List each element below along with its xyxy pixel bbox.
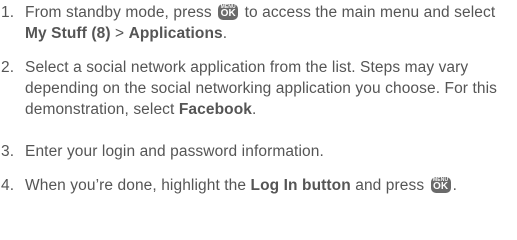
step-number: 3. xyxy=(1,143,15,160)
app-name-facebook: Facebook xyxy=(178,101,252,118)
step-text: When you’re done, highlight the Log In b… xyxy=(25,175,517,196)
menu-item-my-stuff: My Stuff (8) xyxy=(25,25,111,42)
step-1-text-a: From standby mode, press xyxy=(25,4,217,21)
step-4-text-b: and press xyxy=(350,177,429,194)
step-number: 2. xyxy=(1,59,15,76)
step-2-text-a: Select a social network application from… xyxy=(25,59,497,118)
key-main-label: OK xyxy=(433,181,449,192)
step-text: Select a social network application from… xyxy=(25,57,517,120)
step-1-period: . xyxy=(222,25,228,42)
menu-item-applications: Applications xyxy=(128,25,223,42)
step-text: Enter your login and password informatio… xyxy=(25,143,324,160)
menu-ok-key-icon: MENU OK xyxy=(218,4,239,20)
key-main-label: OK xyxy=(220,8,236,19)
step-2-period: . xyxy=(252,101,257,118)
step-1-text-b: to access the main menu and select xyxy=(240,4,496,21)
instruction-page: 1. From standby mode, press MENU OK to ac… xyxy=(0,0,517,240)
step-number: 4. xyxy=(1,177,15,194)
step-number: 1. xyxy=(1,4,15,21)
step-4-period: . xyxy=(452,177,458,194)
log-in-button-label: Log In button xyxy=(250,177,351,194)
step-4-text-a: When you’re done, highlight the xyxy=(25,177,251,194)
step-text: From standby mode, press MENU OK to acces… xyxy=(25,2,517,44)
menu-ok-key-icon: MENU OK xyxy=(430,177,451,193)
step-1-separator: > xyxy=(110,25,129,42)
